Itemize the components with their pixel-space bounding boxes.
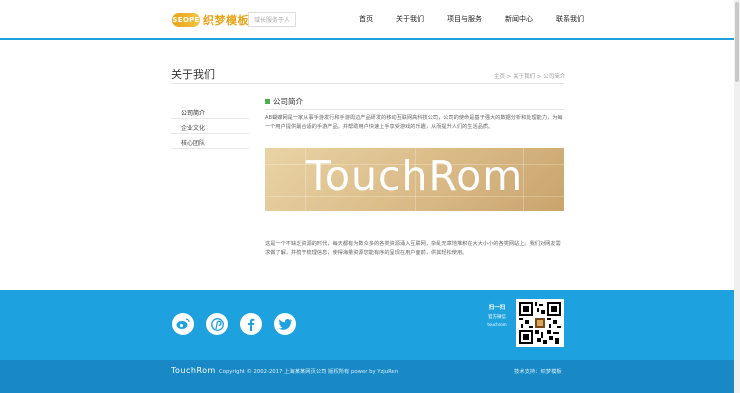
header-slogan: 域长服务于人 (248, 12, 296, 27)
main-content: 关于我们 主页 > 关于我们 > 公司简介 公司简介 企业文化 核心团队 公司简… (0, 42, 734, 290)
qr-caption-account: touchrom (487, 322, 507, 327)
sidebar: 公司简介 企业文化 核心团队 (171, 104, 249, 149)
nav-about[interactable]: 关于我们 (396, 14, 424, 24)
main-nav: 首页 关于我们 项目与服务 新闻中心 联系我们 (348, 14, 607, 24)
scrollbar-thumb[interactable] (735, 2, 739, 82)
pinterest-icon[interactable] (206, 313, 228, 335)
section-divider (265, 109, 564, 110)
breadcrumb[interactable]: 主页 > 关于我们 > 公司简介 (494, 72, 565, 80)
bottom-bar: TouchRom Copyright © 2002-2017 上海某某网页公司 … (0, 360, 734, 393)
site-header: SEOPE 织梦模板 域长服务于人 首页 关于我们 项目与服务 新闻中心 联系我… (0, 0, 734, 40)
site-footer: 扫一扫 官方微信 touchrom (0, 290, 734, 360)
nav-services[interactable]: 项目与服务 (447, 14, 482, 24)
intro-paragraph: AB蝴蝶网是一家从事手游发行和手游周边产品研发的移动互联网高科技公司，公司的使命… (265, 115, 563, 130)
twitter-icon[interactable] (274, 313, 296, 335)
nav-contact[interactable]: 联系我们 (556, 14, 584, 24)
tech-support-link[interactable]: 技术支持：织梦模板 (514, 367, 562, 375)
section-header: 公司简介 (265, 96, 303, 107)
wechat-qr-code (516, 299, 564, 347)
section-marker-icon (265, 99, 270, 104)
page-scrollbar[interactable] (734, 0, 740, 393)
nav-news[interactable]: 新闻中心 (505, 14, 533, 24)
nav-home[interactable]: 首页 (359, 14, 373, 24)
resource-paragraph: 这是一个不缺乏资源的时代，每天都有为数众多的各类资源涌入互联网，杂乱无章地堆积在… (265, 241, 561, 256)
copyright-text: Copyright © 2002-2017 上海某某网页公司 版权所有 powe… (219, 369, 399, 375)
site-logo[interactable]: SEOPE 织梦模板 (172, 12, 249, 28)
section-title: 公司简介 (273, 97, 303, 106)
social-links (172, 313, 308, 335)
title-divider (171, 83, 564, 84)
sidebar-item-profile[interactable]: 公司简介 (171, 104, 249, 119)
qr-caption: 扫一扫 官方微信 touchrom (484, 303, 510, 327)
weibo-icon[interactable] (172, 313, 194, 335)
company-banner-image: TouchRom (265, 148, 564, 211)
qr-caption-wechat: 官方微信 (488, 315, 506, 320)
qr-caption-scan: 扫一扫 (488, 305, 506, 311)
logo-mark-icon: SEOPE (172, 13, 200, 27)
logo-text: 织梦模板 (203, 14, 249, 27)
page-title: 关于我们 (171, 68, 215, 81)
banner-wordmark: TouchRom (305, 152, 524, 200)
facebook-icon[interactable] (240, 313, 262, 335)
sidebar-item-culture[interactable]: 企业文化 (171, 119, 249, 134)
footer-logo[interactable]: TouchRom (171, 366, 216, 375)
sidebar-item-team[interactable]: 核心团队 (171, 134, 249, 149)
